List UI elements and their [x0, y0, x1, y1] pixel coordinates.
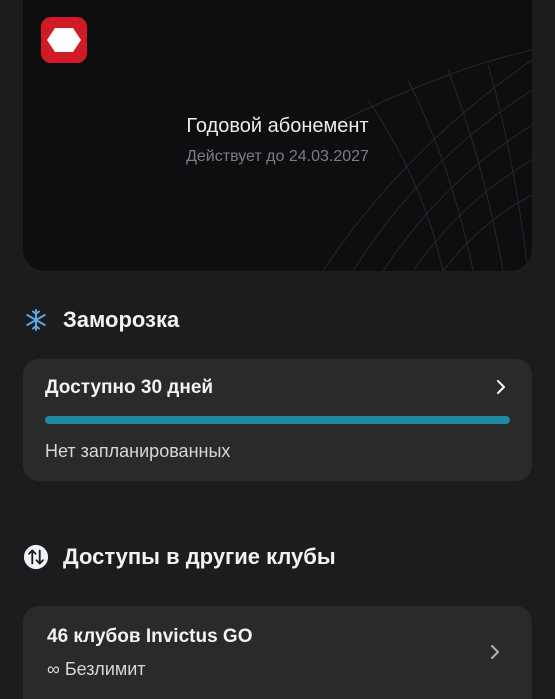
freeze-progress-bar [45, 416, 510, 424]
page: Годовой абонемент Действует до 24.03.202… [0, 0, 555, 699]
freeze-card[interactable]: Доступно 30 дней Нет запланированных [23, 359, 532, 481]
swap-arrows-icon [23, 544, 49, 570]
freeze-available: Доступно 30 дней [45, 377, 214, 398]
clubs-count: 46 клубов Invictus GO [47, 626, 253, 647]
membership-title: Годовой абонемент [186, 115, 369, 137]
freeze-planned: Нет запланированных [45, 441, 231, 461]
brand-logo [41, 17, 87, 63]
snowflake-icon [23, 307, 49, 333]
hexagon-logo-icon [47, 28, 81, 52]
chevron-right-icon [491, 645, 499, 659]
club-access-section-title: Доступы в другие клубы [63, 544, 336, 569]
membership-card[interactable]: Годовой абонемент Действует до 24.03.202… [23, 0, 532, 271]
freeze-section-header: Заморозка [23, 307, 179, 333]
membership-valid-until: Действует до 24.03.2027 [186, 148, 369, 165]
freeze-section-title: Заморозка [63, 307, 180, 332]
chevron-right-icon [497, 380, 505, 394]
freeze-progress-fill [45, 416, 510, 424]
club-access-section-header: Доступы в другие клубы [23, 544, 336, 570]
access-limit: ∞ Безлимит [47, 659, 146, 679]
club-access-card[interactable]: 46 клубов Invictus GO ∞ Безлимит [23, 606, 532, 699]
